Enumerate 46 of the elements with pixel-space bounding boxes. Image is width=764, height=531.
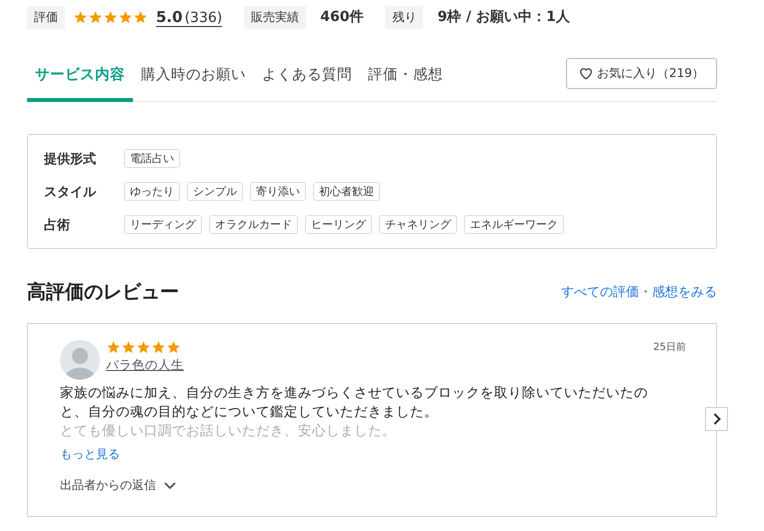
tag: オラクルカード [209,215,298,234]
tag: 寄り添い [250,182,306,201]
next-button[interactable] [705,407,728,431]
star-icon [88,10,103,24]
more-link[interactable]: もっと見る [60,446,120,463]
attribute-label: スタイル [44,184,98,200]
review-text: 家族の悩みに加え、自分の生き方を進みづらくさせているブロックを取り除いていただいたのと、自分の魂の目的などについて鑑定していただきました。 [60,384,649,422]
tag: 初心者歓迎 [313,182,380,201]
all-reviews-link[interactable]: すべての評価・感想をみる [561,283,717,301]
remaining-label: 残り [385,6,424,28]
chevron-right-icon [712,413,720,425]
star-icon [133,10,148,24]
star-icon [121,340,136,355]
review-text-faded: とても優しい口調でお話しいただき、安心しました。 [60,422,397,441]
seller-reply-toggle[interactable]: 出品者からの返信 [60,477,176,494]
section-title: 高評価のレビュー [27,280,179,305]
review-date: 25日前 [653,341,686,354]
star-icon [118,10,133,24]
avatar-icon [60,340,100,380]
tag: チャネリング [379,215,457,234]
tag: リーディング [124,215,202,234]
heart-icon [579,67,594,80]
chevron-down-icon [164,482,176,490]
star-icon [151,340,166,355]
star-icon [166,340,181,355]
star-icon [103,10,118,24]
favorite-button[interactable]: お気に入り（219） [566,58,717,89]
reviewer-name[interactable]: バラ色の人生 [106,357,184,374]
star-icon [136,340,151,355]
rating-score[interactable]: 5.0(336) [156,8,222,26]
rating-label: 評価 [27,6,65,28]
tab[interactable]: よくある質問 [254,59,360,102]
tag: エネルギーワーク [464,215,564,234]
star-icon [106,340,121,355]
tag: ゆったり [124,182,180,201]
tag: 電話占い [124,149,180,168]
attribute-label: 占術 [44,216,71,234]
tag: シンプル [187,182,243,201]
tag: ヒーリング [305,215,372,234]
attribute-label: 提供形式 [44,150,97,168]
sales-count: 460件 [320,8,364,26]
sales-label: 販売実績 [244,6,306,28]
tab[interactable]: 評価・感想 [360,59,451,102]
star-icon [73,10,88,24]
remaining-value: 9枠 / お願い中：1人 [437,8,570,26]
tab[interactable]: 購入時のお願い [133,59,254,102]
